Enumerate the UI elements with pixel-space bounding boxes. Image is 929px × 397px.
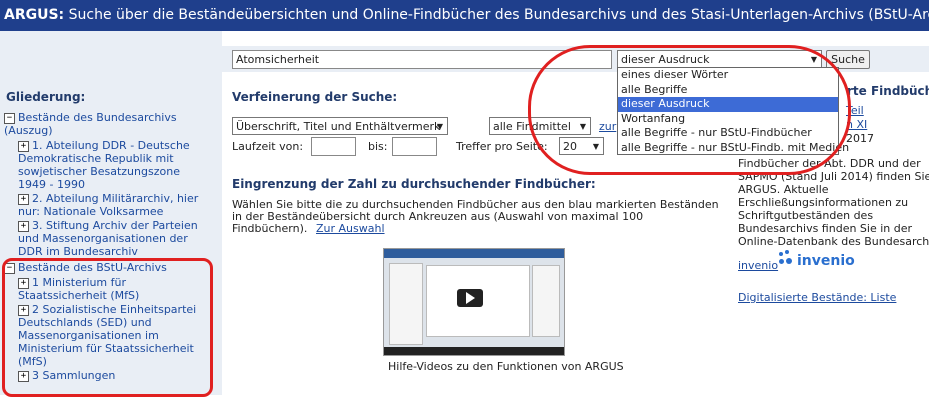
page-header: ARGUS: Suche über die Beständeübersichte… xyxy=(0,0,929,31)
invenio-logo-text: invenio xyxy=(797,253,855,269)
play-icon xyxy=(466,292,475,304)
treffer-label: Treffer pro Seite: xyxy=(456,140,548,153)
invenio-link[interactable]: invenio xyxy=(738,259,778,272)
invenio-logo-icon xyxy=(777,250,795,268)
right-text-5: Schriftgutbeständen des xyxy=(738,209,874,222)
expand-icon[interactable]: + xyxy=(18,140,29,152)
header-title: Suche über die Beständeübersichten und O… xyxy=(68,7,929,23)
right-text-year: 2017 xyxy=(846,132,874,145)
collapse-icon[interactable]: − xyxy=(4,112,15,124)
sidebar-title: Gliederung: xyxy=(6,90,86,104)
tree-item-ddr[interactable]: +1. Abteilung DDR - Deutsche Demokratisc… xyxy=(6,139,210,191)
chevron-down-icon: ▼ xyxy=(436,122,443,131)
restrict-title: Eingrenzung der Zahl zu durchsuchender F… xyxy=(232,177,596,191)
tree-item-bundesarchiv[interactable]: − Bestände des Bundesarchivs (Auszug) xyxy=(4,111,210,137)
restrict-text-3: Findbüchern). xyxy=(232,222,308,235)
video-rightpanel xyxy=(532,265,560,337)
video-controls[interactable] xyxy=(384,347,564,355)
highlight-annotation-dropdown xyxy=(528,45,851,175)
refine-title: Verfeinerung der Suche: xyxy=(232,90,398,104)
laufzeit-label: Laufzeit von: xyxy=(232,140,304,153)
tree-item-militaerarchiv[interactable]: +2. Abteilung Militärarchiv, hier nur: N… xyxy=(6,192,210,218)
highlight-annotation-sidebar xyxy=(2,258,213,397)
laufzeit-to-input[interactable] xyxy=(392,137,437,156)
video-titlebar xyxy=(384,249,564,258)
video-caption: Hilfe-Videos zu den Funktionen von ARGUS xyxy=(388,360,624,373)
right-text-4: Erschließungsinformationen zu xyxy=(738,196,909,209)
play-button[interactable] xyxy=(457,289,483,307)
expand-icon[interactable]: + xyxy=(18,220,29,232)
brand: ARGUS: xyxy=(4,7,65,23)
digitalisierte-bestaende-link[interactable]: Digitalisierte Bestände: Liste xyxy=(738,291,896,304)
field-select[interactable]: Überschrift, Titel und Enthältvermerk ▼ xyxy=(232,117,448,135)
help-video-thumbnail[interactable] xyxy=(383,248,565,356)
video-sidebar xyxy=(389,263,423,345)
laufzeit-from-input[interactable] xyxy=(311,137,356,156)
right-text-7: Online-Datenbank des Bundesarchivs xyxy=(738,235,929,248)
right-text-3: ARGUS. Aktuelle xyxy=(738,183,829,196)
tree-item-sapmo[interactable]: +3. Stiftung Archiv der Parteien und Mas… xyxy=(6,219,210,258)
right-title: rte Findbücher xyxy=(847,84,929,98)
bis-label: bis: xyxy=(368,140,388,153)
expand-icon[interactable]: + xyxy=(18,193,29,205)
right-text-6: Bundesarchivs finden Sie in der xyxy=(738,222,913,235)
zur-auswahl-link[interactable]: Zur Auswahl xyxy=(316,222,385,235)
